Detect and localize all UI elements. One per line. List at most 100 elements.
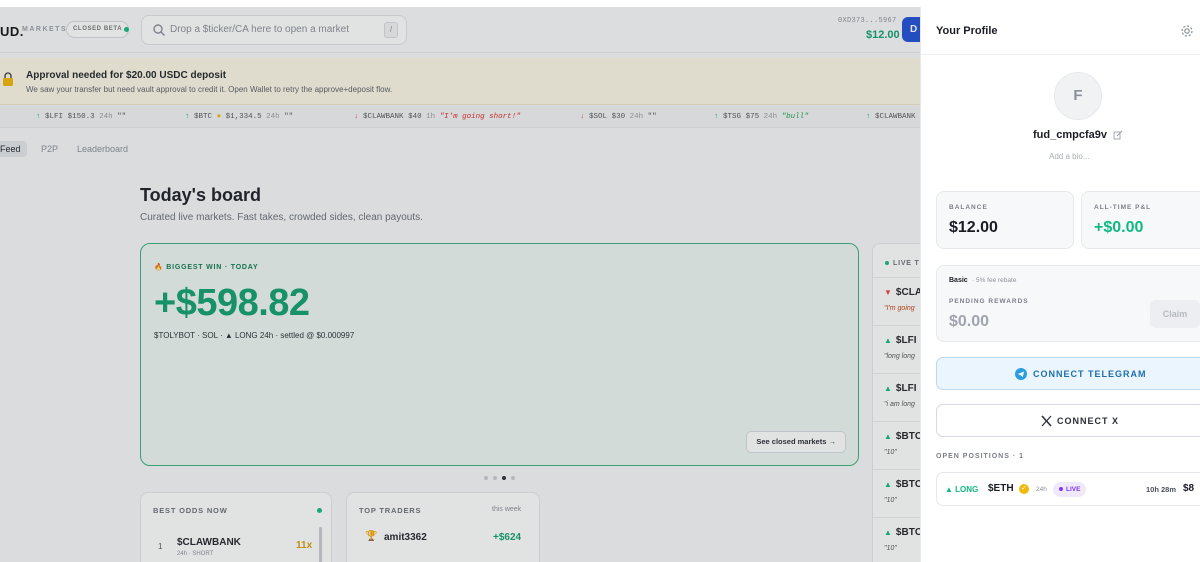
connect-telegram-button[interactable]: CONNECT TELEGRAM	[936, 357, 1200, 390]
live-trade-item[interactable]: ▲ $LFI "i am long	[873, 373, 920, 421]
closed-beta-badge: CLOSED BETA	[66, 21, 130, 38]
odds-market-name[interactable]: $CLAWBANK	[177, 537, 241, 548]
balance-card: BALANCE $12.00	[936, 191, 1074, 249]
live-dot	[885, 261, 889, 266]
live-trades-panel: LIVE T ▼ $CLA "I'm going ▲ $LFI "long long ▲…	[872, 243, 920, 562]
live-trade-item[interactable]: ▲ $BTC "10"	[873, 517, 920, 562]
carousel-dot-active[interactable]	[502, 476, 506, 480]
edit-icon[interactable]	[1113, 130, 1123, 140]
best-odds-title: BEST ODDS NOW	[153, 506, 228, 515]
live-trades-title: LIVE T	[885, 260, 920, 267]
username: fud_cmpcfa9v	[1033, 129, 1107, 141]
lock-icon	[3, 72, 13, 86]
search-input[interactable]: Drop a $ticker/CA here to open a market …	[141, 15, 407, 45]
price-ticker: ↑ $LFI $150.3 24h "" ↑ $BTC ● $1,334.5 2…	[0, 106, 920, 128]
banner-description: We saw your transfer but need vault appr…	[26, 85, 393, 94]
win-amount: +$598.82	[154, 282, 310, 324]
position-symbol: $ETH	[988, 483, 1014, 494]
live-dot	[317, 508, 322, 513]
odds-rank: 1	[158, 542, 163, 551]
live-trade-item[interactable]: ▲ $BTC "10"	[873, 421, 920, 469]
carousel-dot[interactable]	[493, 476, 497, 480]
gear-icon[interactable]	[1180, 24, 1194, 38]
arrow-up-icon: ▲	[884, 528, 892, 537]
wallet-address[interactable]: 0XD373...5967	[838, 17, 897, 25]
open-positions-label: OPEN POSITIONS · 1	[936, 453, 1025, 460]
top-traders-panel: TOP TRADERS this week 🏆 amit3362 +$624	[346, 492, 540, 562]
arrow-up-icon: ▲	[884, 432, 892, 441]
search-icon	[153, 24, 165, 36]
top-traders-title: TOP TRADERS	[359, 506, 422, 515]
verified-icon: ✓	[1019, 484, 1029, 494]
carousel-dot[interactable]	[511, 476, 515, 480]
profile-drawer: Your Profile F fud_cmpcfa9v Add a bio...…	[920, 7, 1200, 562]
connect-telegram-label: CONNECT TELEGRAM	[1033, 369, 1147, 379]
position-row[interactable]: ▲ LONG $ETH ✓ 24h LIVE 10h 28m $8	[936, 472, 1200, 506]
pnl-card: ALL-TIME P&L +$0.00	[1081, 191, 1200, 249]
drawer-header: Your Profile	[921, 7, 1200, 55]
claim-button[interactable]: Claim	[1150, 300, 1200, 328]
trader-pnl: +$624	[493, 532, 522, 543]
tier-label: Basic	[949, 277, 968, 284]
deposit-button[interactable]: D	[902, 17, 920, 42]
wallet-balance[interactable]: $12.00	[866, 29, 900, 41]
biggest-win-card: 🔥 BIGGEST WIN · TODAY +$598.82 $TOLYBOT …	[140, 243, 859, 466]
position-duration: 24h	[1036, 486, 1047, 493]
x-logo-icon	[1041, 415, 1052, 427]
tier-rebate: · 5% fee rebate	[972, 277, 1017, 284]
arrow-up-icon: ▲	[884, 384, 892, 393]
header: UD. MARKETS CLOSED BETA Drop a $ticker/C…	[0, 7, 920, 53]
arrow-up-icon: ▲	[884, 480, 892, 489]
pnl-value: +$0.00	[1094, 219, 1144, 236]
tab-feed[interactable]: Feed	[0, 141, 27, 157]
ticker-item[interactable]: ↑ $TSG $75 24h "bull"	[714, 113, 809, 121]
telegram-icon	[1015, 368, 1027, 380]
position-value: $8	[1183, 483, 1195, 494]
live-trade-item[interactable]: ▲ $BTC "10"	[873, 469, 920, 517]
ticker-item[interactable]: ↑ $LFI $150.3 24h ""	[36, 113, 126, 121]
rewards-card: Basic · 5% fee rebate PENDING REWARDS $0…	[936, 265, 1200, 342]
logo-subtitle: MARKETS	[22, 26, 68, 33]
ticker-item[interactable]: ↑ $BTC ● $1,334.5 24h ""	[185, 113, 293, 121]
odds-market-sub: 24h · SHORT	[177, 551, 214, 557]
period-label: this week	[492, 506, 522, 513]
connect-x-label: CONNECT X	[1057, 416, 1120, 426]
ticker-item[interactable]: ↓ $CLAWBANK $40 1h "I'm going short!"	[354, 113, 521, 121]
pnl-label: ALL-TIME P&L	[1094, 204, 1152, 211]
main-app: UD. MARKETS CLOSED BETA Drop a $ticker/C…	[0, 7, 920, 562]
connect-x-button[interactable]: CONNECT X	[936, 404, 1200, 437]
ticker-item[interactable]: ↓ $SOL $30 24h ""	[580, 113, 657, 121]
live-badge: LIVE	[1053, 482, 1087, 497]
avatar[interactable]: F	[1054, 72, 1102, 120]
balance-label: BALANCE	[949, 204, 988, 211]
tab-leaderboard[interactable]: Leaderboard	[77, 144, 128, 154]
top-strip	[0, 0, 1200, 7]
ticker-item[interactable]: ↑ $CLAWBANK	[866, 113, 916, 121]
odds-multiplier: 11x	[296, 540, 313, 551]
position-time-left: 10h 28m	[1146, 485, 1177, 494]
pending-rewards-label: PENDING REWARDS	[949, 298, 1029, 305]
carousel-dot[interactable]	[484, 476, 488, 480]
search-placeholder: Drop a $ticker/CA here to open a market	[170, 24, 349, 35]
biggest-win-label: 🔥 BIGGEST WIN · TODAY	[154, 264, 259, 271]
arrow-up-icon: ▲	[884, 336, 892, 345]
trophy-icon: 🏆	[365, 531, 378, 542]
tab-p2p[interactable]: P2P	[41, 144, 58, 154]
arrow-down-icon: ▼	[884, 288, 892, 297]
drawer-title: Your Profile	[936, 25, 998, 37]
fire-icon: 🔥	[154, 264, 167, 271]
scrollbar[interactable]	[319, 527, 322, 562]
approval-banner: Approval needed for $20.00 USDC deposit …	[0, 58, 920, 105]
position-side: ▲ LONG	[945, 485, 979, 494]
shortcut-key: /	[384, 22, 398, 38]
logo: UD.	[0, 24, 24, 39]
bio-input[interactable]: Add a bio...	[1049, 152, 1089, 161]
trader-name[interactable]: amit3362	[384, 532, 427, 543]
live-trade-item[interactable]: ▼ $CLA "I'm going	[873, 277, 920, 325]
win-meta: $TOLYBOT · SOL · ▲ LONG 24h · settled @ …	[154, 331, 355, 340]
balance-value: $12.00	[949, 219, 998, 236]
best-odds-panel: BEST ODDS NOW 1 $CLAWBANK 24h · SHORT 11…	[140, 492, 332, 562]
pending-rewards-value: $0.00	[949, 313, 990, 330]
live-trade-item[interactable]: ▲ $LFI "long long	[873, 325, 920, 373]
see-closed-markets-button[interactable]: See closed markets →	[746, 431, 846, 453]
